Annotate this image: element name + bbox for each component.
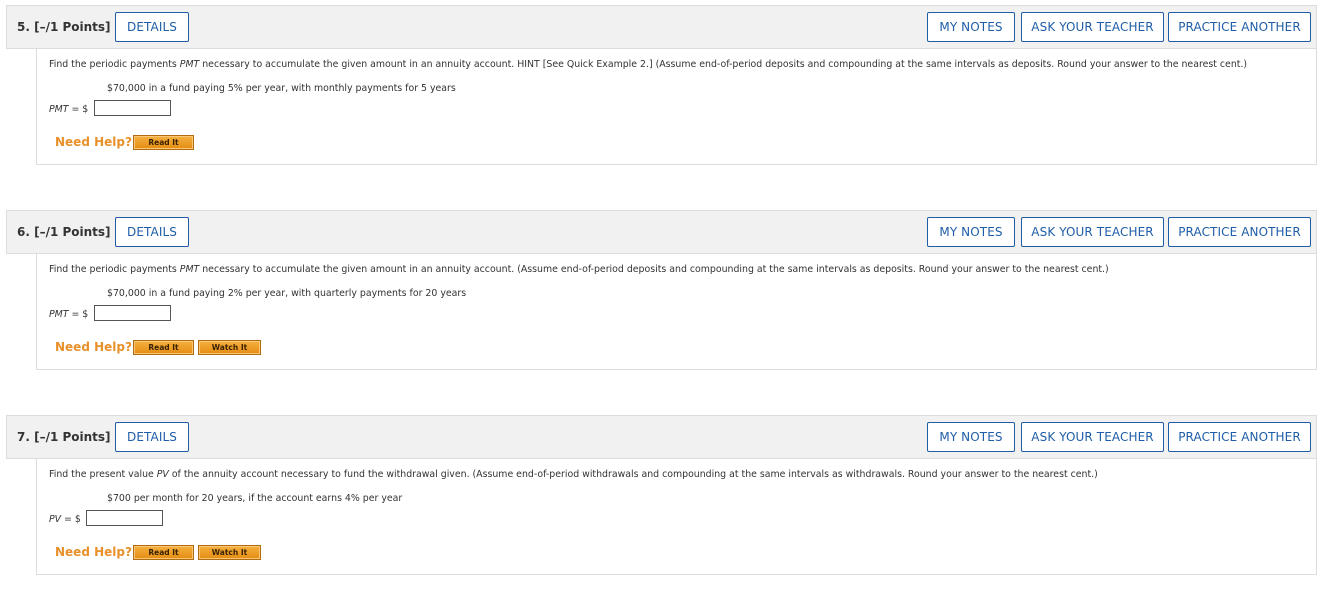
question-body: Find the periodic payments PMT necessary…: [36, 49, 1317, 165]
read-it-button[interactable]: Read It: [133, 545, 194, 560]
question-detail: $70,000 in a fund paying 2% per year, wi…: [107, 288, 467, 299]
need-help-label: Need Help?: [55, 135, 132, 149]
question-prompt: Find the periodic payments PMT necessary…: [49, 264, 1109, 275]
question-header: 5. [–/1 Points] DETAILS MY NOTES ASK YOU…: [6, 5, 1317, 49]
answer-input[interactable]: [94, 305, 171, 321]
my-notes-button[interactable]: MY NOTES: [927, 422, 1015, 452]
details-button[interactable]: DETAILS: [115, 12, 189, 42]
practice-another-button[interactable]: PRACTICE ANOTHER: [1168, 217, 1311, 247]
question-number: 6. [–/1 Points]: [17, 225, 111, 239]
answer-label: PMT = $: [49, 309, 89, 320]
need-help-label: Need Help?: [55, 340, 132, 354]
ask-your-teacher-button[interactable]: ASK YOUR TEACHER: [1021, 217, 1164, 247]
watch-it-button[interactable]: Watch It: [198, 340, 261, 355]
watch-it-button[interactable]: Watch It: [198, 545, 261, 560]
question-body: Find the present value PV of the annuity…: [36, 459, 1317, 575]
details-button[interactable]: DETAILS: [115, 217, 189, 247]
my-notes-button[interactable]: MY NOTES: [927, 217, 1015, 247]
ask-your-teacher-button[interactable]: ASK YOUR TEACHER: [1021, 12, 1164, 42]
answer-input[interactable]: [86, 510, 163, 526]
details-button[interactable]: DETAILS: [115, 422, 189, 452]
ask-your-teacher-button[interactable]: ASK YOUR TEACHER: [1021, 422, 1164, 452]
question-detail: $70,000 in a fund paying 5% per year, wi…: [107, 83, 456, 94]
question-number: 5. [–/1 Points]: [17, 20, 111, 34]
practice-another-button[interactable]: PRACTICE ANOTHER: [1168, 422, 1311, 452]
question-header: 6. [–/1 Points] DETAILS MY NOTES ASK YOU…: [6, 210, 1317, 254]
answer-label: PV = $: [49, 514, 81, 525]
my-notes-button[interactable]: MY NOTES: [927, 12, 1015, 42]
question-prompt: Find the present value PV of the annuity…: [49, 469, 1098, 480]
answer-input[interactable]: [94, 100, 171, 116]
need-help-label: Need Help?: [55, 545, 132, 559]
read-it-button[interactable]: Read It: [133, 135, 194, 150]
question-number: 7. [–/1 Points]: [17, 430, 111, 444]
question-body: Find the periodic payments PMT necessary…: [36, 254, 1317, 370]
question-detail: $700 per month for 20 years, if the acco…: [107, 493, 403, 504]
answer-label: PMT = $: [49, 104, 89, 115]
question-prompt: Find the periodic payments PMT necessary…: [49, 59, 1248, 70]
question-header: 7. [–/1 Points] DETAILS MY NOTES ASK YOU…: [6, 415, 1317, 459]
read-it-button[interactable]: Read It: [133, 340, 194, 355]
practice-another-button[interactable]: PRACTICE ANOTHER: [1168, 12, 1311, 42]
